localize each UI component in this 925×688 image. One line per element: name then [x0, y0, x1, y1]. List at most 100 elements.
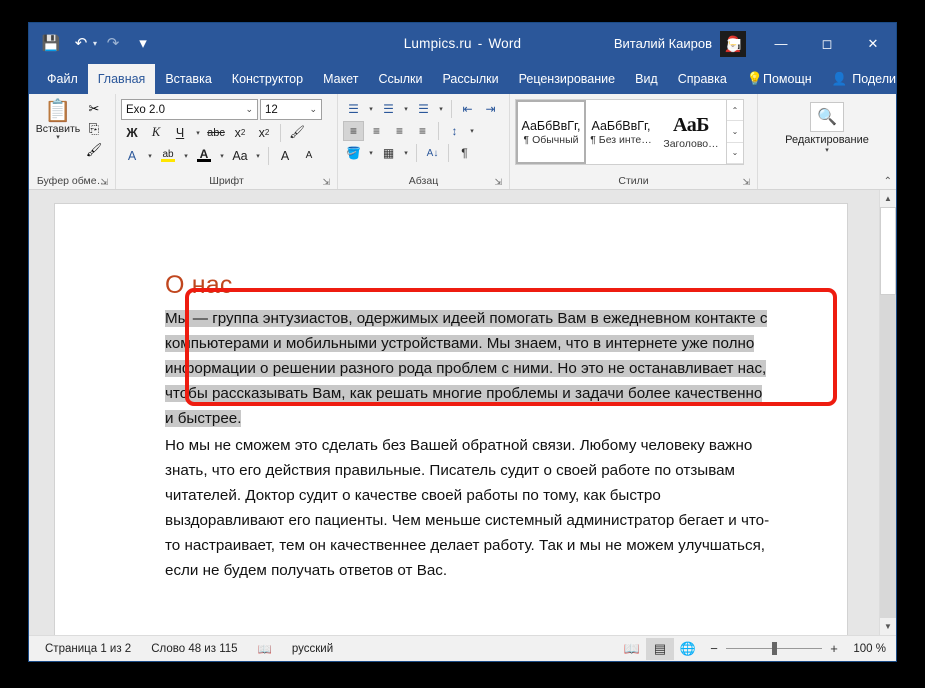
tab-mailings[interactable]: Рассылки	[432, 64, 508, 94]
copy-icon[interactable]: ⎘	[82, 120, 106, 138]
style-item-normal[interactable]: АаБбВвГг, ¶ Обычный	[516, 100, 586, 164]
grow-font-icon[interactable]: A	[274, 145, 296, 166]
show-formatting-marks-icon[interactable]: ¶	[454, 143, 475, 163]
ribbon-display-options-icon[interactable]: ⬒	[712, 23, 758, 64]
numbering-caret-icon[interactable]: ▾	[401, 105, 411, 113]
sort-icon[interactable]: A↓	[422, 143, 443, 163]
tab-layout[interactable]: Макет	[313, 64, 368, 94]
multilevel-caret-icon[interactable]: ▾	[436, 105, 446, 113]
styles-scroll-down-icon[interactable]: ⌄	[727, 121, 743, 143]
status-page-number[interactable]: Страница 1 из 2	[35, 643, 141, 655]
shrink-font-icon[interactable]: A	[298, 145, 320, 166]
multilevel-list-icon[interactable]: ☰	[413, 99, 434, 119]
minimize-button[interactable]: —	[758, 23, 804, 64]
bullets-caret-icon[interactable]: ▾	[366, 105, 376, 113]
shading-icon[interactable]: 🪣	[343, 143, 364, 163]
font-dialog-launcher-icon[interactable]: ⇲	[322, 177, 330, 188]
document-page[interactable]: О нас Мы — группа энтузиастов, одержимых…	[55, 204, 847, 635]
subscript-index: 2	[240, 128, 246, 137]
underline-caret-icon[interactable]: ▾	[193, 129, 203, 137]
scroll-thumb[interactable]	[880, 207, 896, 295]
tab-view[interactable]: Вид	[625, 64, 668, 94]
styles-dialog-launcher-icon[interactable]: ⇲	[742, 177, 750, 188]
italic-button[interactable]: К	[145, 122, 167, 143]
tell-me-box[interactable]: 💡 Помощн	[737, 64, 822, 94]
change-case-caret-icon[interactable]: ▾	[253, 152, 263, 160]
undo-caret-icon[interactable]: ▾	[93, 39, 97, 48]
save-icon[interactable]: 💾	[37, 30, 65, 58]
bullets-icon[interactable]: ☰	[343, 99, 364, 119]
styles-more-icon[interactable]: ⌄	[727, 143, 743, 164]
zoom-slider-thumb[interactable]	[772, 642, 777, 655]
tab-insert[interactable]: Вставка	[155, 64, 221, 94]
increase-indent-icon[interactable]: ⇥	[480, 99, 501, 119]
text-effects-caret-icon[interactable]: ▾	[145, 152, 155, 160]
decrease-indent-icon[interactable]: ⇤	[457, 99, 478, 119]
tab-help[interactable]: Справка	[668, 64, 737, 94]
font-color-icon[interactable]: A	[193, 145, 215, 166]
paste-caret-icon[interactable]: ▾	[56, 134, 60, 141]
font-color-caret-icon[interactable]: ▾	[217, 152, 227, 160]
zoom-slider-track[interactable]	[726, 642, 822, 655]
undo-icon[interactable]: ↶	[67, 30, 95, 58]
tab-home[interactable]: Главная	[87, 64, 156, 94]
font-size-combo[interactable]: 12 ⌄	[260, 99, 322, 120]
subscript-button[interactable]: x2	[229, 122, 251, 143]
paragraph-dialog-launcher-icon[interactable]: ⇲	[494, 177, 502, 188]
numbering-icon[interactable]: ☰	[378, 99, 399, 119]
maximize-button[interactable]: ◻	[804, 23, 850, 64]
style-item-no-spacing[interactable]: АаБбВвГг, ¶ Без инте…	[586, 100, 656, 164]
styles-scroll-up-icon[interactable]: ⌃	[727, 100, 743, 122]
clipboard-dialog-launcher-icon[interactable]: ⇲	[100, 177, 108, 188]
style-item-heading[interactable]: АаБ Заголово…	[656, 100, 726, 164]
status-word-count[interactable]: Слово 48 из 115	[141, 643, 247, 655]
scroll-track[interactable]	[880, 207, 896, 618]
align-left-icon[interactable]: ≡	[343, 121, 364, 141]
paragraph-selected[interactable]: Мы — группа энтузиастов, одержимых идеей…	[165, 306, 775, 431]
borders-icon[interactable]: ▦	[378, 143, 399, 163]
customize-qat-icon[interactable]: ▾	[129, 30, 157, 58]
tab-references[interactable]: Ссылки	[368, 64, 432, 94]
borders-caret-icon[interactable]: ▾	[401, 149, 411, 157]
change-case-icon[interactable]: Aa	[229, 145, 251, 166]
zoom-level-value[interactable]: 100 %	[846, 643, 890, 655]
justify-icon[interactable]: ≡	[412, 121, 433, 141]
strikethrough-button[interactable]: abc	[205, 122, 227, 143]
align-right-icon[interactable]: ≡	[389, 121, 410, 141]
view-read-mode-icon[interactable]: 📖	[618, 638, 646, 660]
zoom-in-button[interactable]: +	[828, 641, 840, 656]
highlight-caret-icon[interactable]: ▾	[181, 152, 191, 160]
shading-caret-icon[interactable]: ▾	[366, 149, 376, 157]
format-painter-icon[interactable]: 🖌	[82, 141, 106, 159]
view-print-layout-icon[interactable]: ▤	[646, 637, 674, 660]
underline-button[interactable]: Ч	[169, 122, 191, 143]
paragraph-next[interactable]: Но мы не сможем это сделать без Вашей об…	[165, 433, 775, 583]
tab-design[interactable]: Конструктор	[222, 64, 313, 94]
proofing-icon[interactable]: 📖	[248, 642, 282, 656]
tab-review[interactable]: Рецензирование	[509, 64, 626, 94]
cut-icon[interactable]: ✂	[82, 100, 106, 118]
font-name-combo[interactable]: Exo 2.0 ⌄	[121, 99, 258, 120]
vertical-scrollbar[interactable]: ▲ ▼	[879, 190, 896, 635]
paste-button[interactable]: 📋 Вставить ▾	[34, 97, 82, 159]
scroll-down-arrow-icon[interactable]: ▼	[880, 618, 896, 635]
redo-icon[interactable]: ↷	[99, 30, 127, 58]
highlight-color-icon[interactable]: ab	[157, 145, 179, 166]
line-spacing-caret-icon[interactable]: ▾	[467, 127, 477, 135]
close-button[interactable]: ✕	[850, 23, 896, 64]
editing-button[interactable]: 🔍 Редактирование ▾	[763, 97, 891, 154]
tab-file[interactable]: Файл	[37, 64, 88, 94]
bold-button[interactable]: Ж	[121, 122, 143, 143]
document-body[interactable]: О нас Мы — группа энтузиастов, одержимых…	[165, 271, 775, 583]
zoom-out-button[interactable]: −	[708, 641, 720, 656]
line-spacing-icon[interactable]: ↕	[444, 121, 465, 141]
align-center-icon[interactable]: ≡	[366, 121, 387, 141]
view-web-layout-icon[interactable]: 🌐	[674, 638, 702, 660]
share-button[interactable]: 👤 Поделиться	[822, 64, 896, 94]
status-language[interactable]: русский	[282, 643, 343, 655]
clear-formatting-icon[interactable]: 🖌	[286, 122, 308, 143]
collapse-ribbon-icon[interactable]: ⌃	[884, 176, 892, 187]
text-effects-icon[interactable]: A	[121, 145, 143, 166]
scroll-up-arrow-icon[interactable]: ▲	[880, 190, 896, 207]
superscript-button[interactable]: x2	[253, 122, 275, 143]
